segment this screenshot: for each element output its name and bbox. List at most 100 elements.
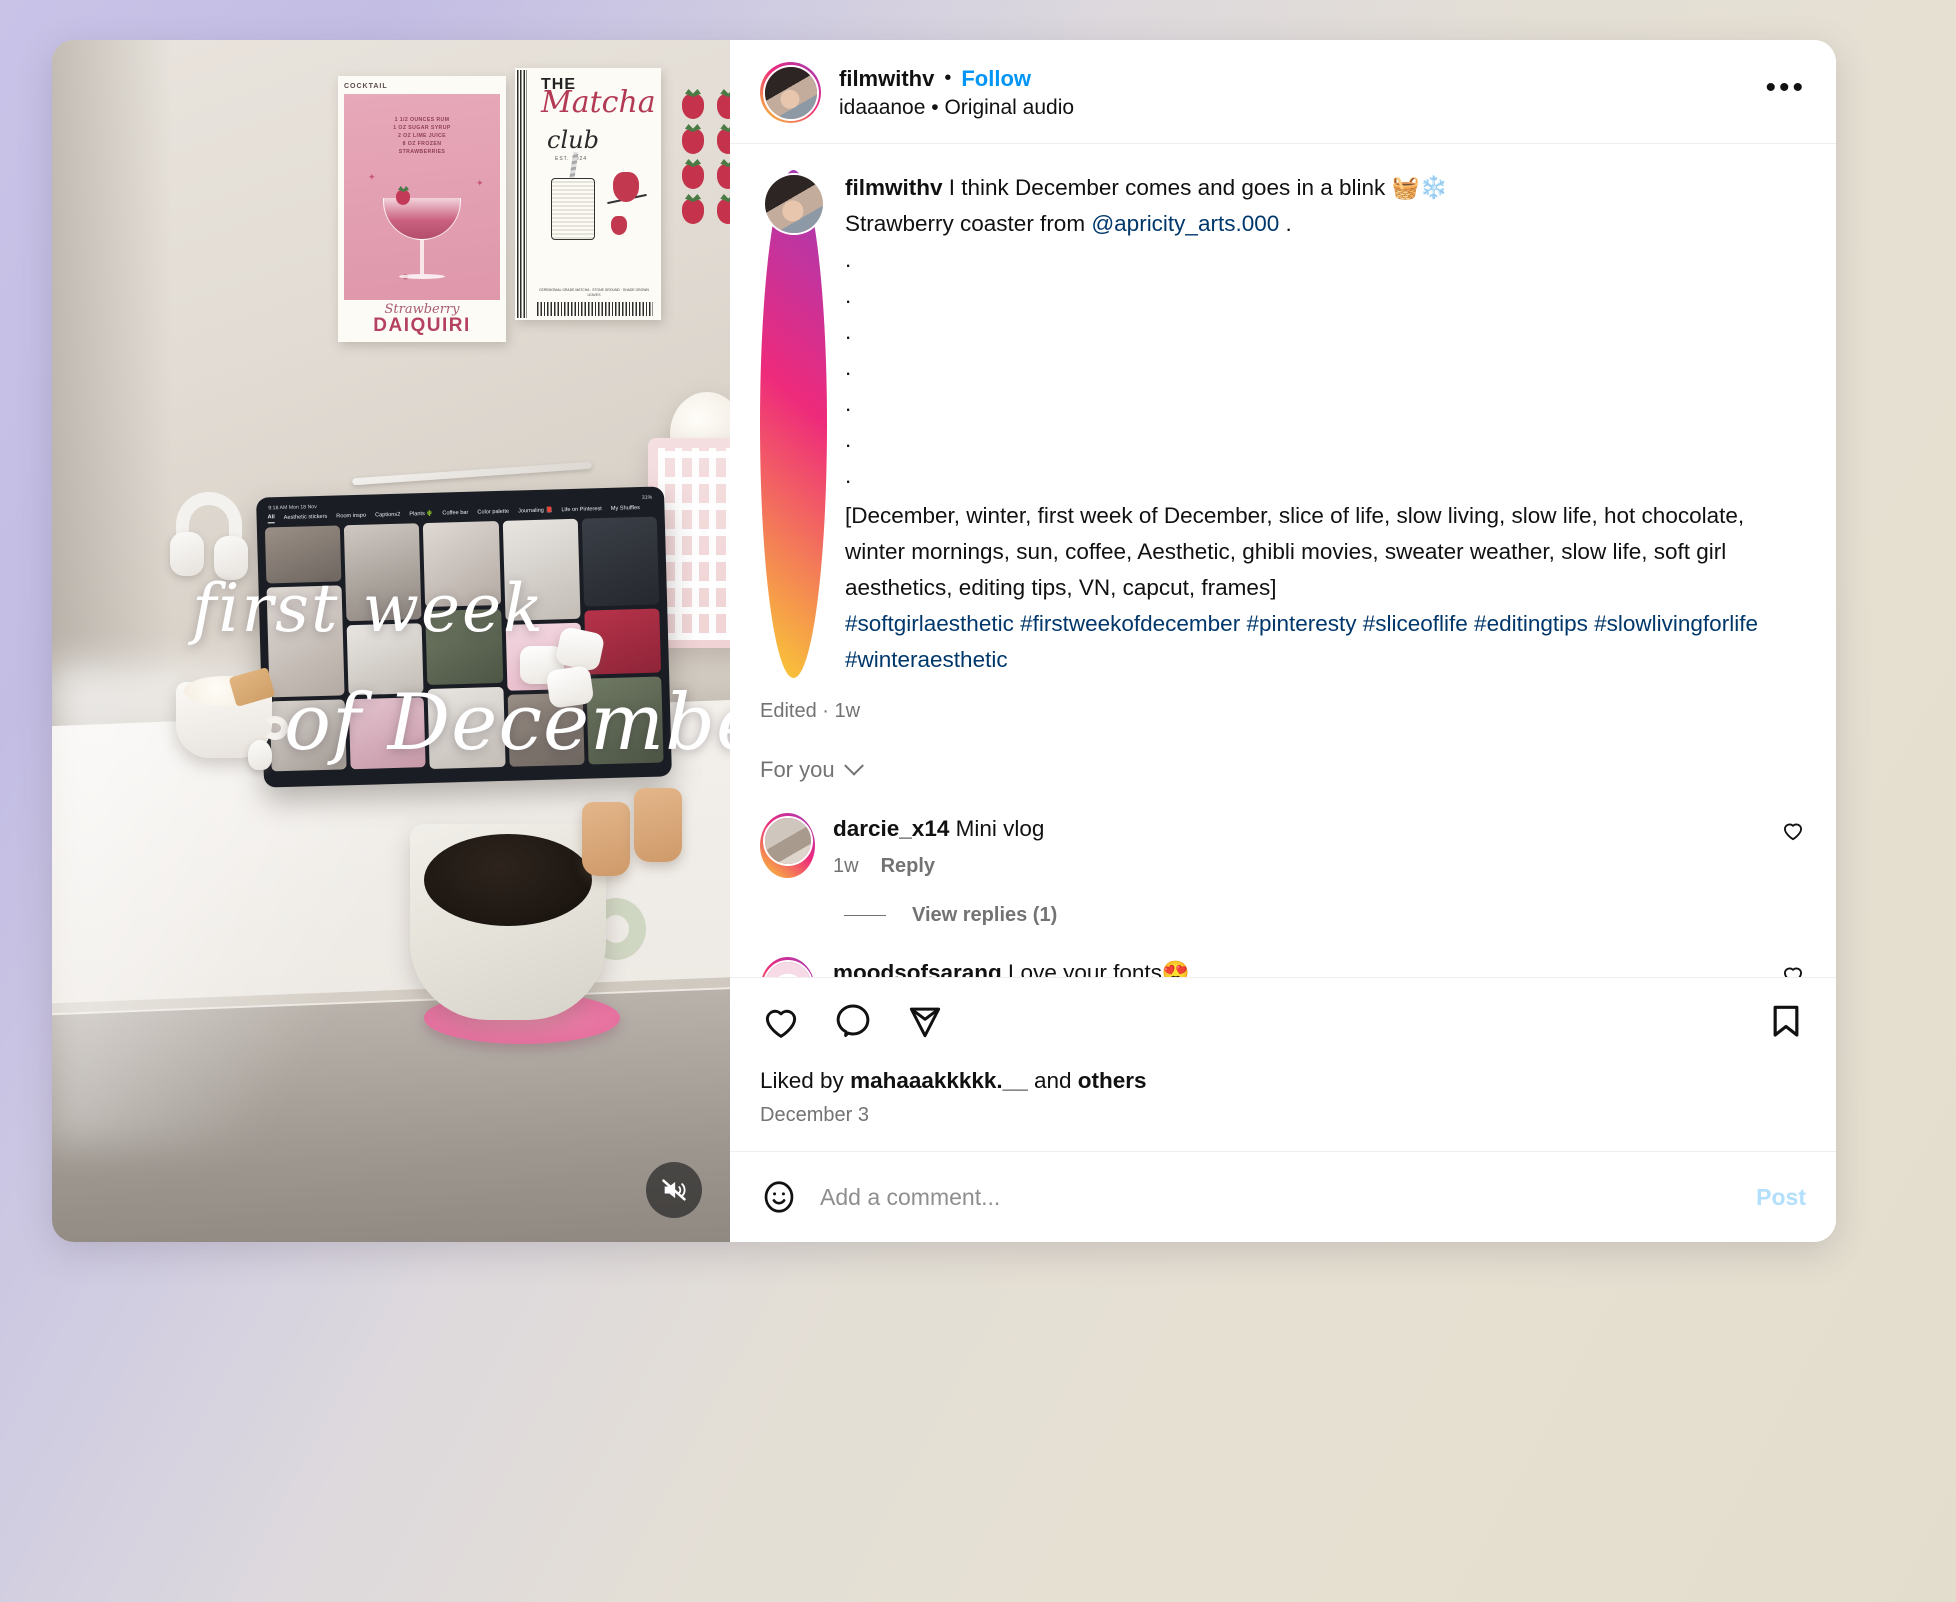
tab-aesthetic-stickers: Aesthetic stickers [283, 514, 328, 522]
poster-stripe-border [517, 70, 527, 318]
emoji-smiley-icon [764, 1181, 794, 1213]
caption-dot-3: . [845, 283, 852, 308]
poster-cocktail-label: COCKTAIL [344, 83, 388, 90]
like-button[interactable] [760, 1000, 802, 1042]
earbud [248, 740, 272, 770]
comment-like-button[interactable] [1780, 957, 1806, 977]
commenter-avatar[interactable] [760, 813, 815, 878]
post-date: December 3 [760, 1104, 869, 1126]
caption-avatar[interactable] [760, 170, 827, 678]
tablet-status-battery: 31% [641, 494, 653, 501]
strawberry-icon [613, 172, 639, 202]
view-replies-row[interactable]: View replies (1) [844, 904, 1806, 927]
audio-separator: • [931, 95, 939, 119]
caption-dot-4: . [845, 319, 852, 344]
caption-block: filmwithv I think December comes and goe… [760, 170, 1806, 678]
comment-bubble-icon [836, 1004, 870, 1038]
chevron-down-icon [843, 755, 864, 776]
caption-dot-1: . [1285, 211, 1292, 236]
heart-icon [1783, 823, 1803, 841]
liked-by-prefix: Liked by [760, 1068, 851, 1093]
liked-by-middle: and [1027, 1068, 1078, 1093]
liked-by-row: Liked by mahaaakkkkk.__ and others [760, 1068, 1806, 1094]
cocktail-poster: COCKTAIL 1 1/2 OUNCES RUM 1 OZ SUGAR SYRU… [338, 76, 506, 342]
tab-captions2: Captions2 [375, 511, 401, 519]
comment-reply-button[interactable]: Reply [881, 855, 935, 878]
strawberry-print-poster [682, 86, 730, 296]
tablet-status-time: 9:18 AM Mon 18 Nov [268, 504, 317, 512]
audio-label[interactable]: Original audio [944, 96, 1074, 119]
poster-title-block: DAIQUIRI [373, 315, 471, 336]
post-action-bar: Liked by mahaaakkkkk.__ and others Decem… [730, 977, 1836, 1127]
author-username[interactable]: filmwithv [839, 66, 934, 92]
replies-divider-line [844, 914, 886, 917]
cocktail-glass-illustration [383, 198, 461, 292]
comment-input[interactable] [820, 1183, 1735, 1211]
poster-title: Strawberry DAIQUIRI [338, 303, 506, 336]
matcha-club-text: club [547, 126, 599, 154]
emoji-picker-button[interactable] [760, 1178, 798, 1216]
follow-button[interactable]: Follow [961, 66, 1031, 92]
share-paperplane-icon [909, 1007, 941, 1038]
poster-pink-panel: 1 1/2 OUNCES RUM 1 OZ SUGAR SYRUP 2 OZ LIM… [344, 94, 500, 300]
author-avatar[interactable] [760, 62, 821, 123]
tab-room-inspo: Room inspo [336, 512, 367, 520]
poster-recipe-text: 1 1/2 OUNCES RUM 1 OZ SUGAR SYRUP 2 OZ LIM… [393, 117, 451, 155]
tab-plants: Plants 🌵 [409, 511, 434, 518]
poster-fineprint: CEREMONIAL GRADE MATCHA · STONE GROUND ·… [539, 288, 649, 297]
liked-by-username[interactable]: mahaaakkkkk.__ [850, 1068, 1028, 1093]
view-replies-button[interactable]: View replies (1) [912, 904, 1057, 927]
mute-toggle-button[interactable] [646, 1162, 702, 1218]
caption-keywords: [December, winter, first week of Decembe… [845, 503, 1745, 600]
caption-line-2-prefix: Strawberry coaster from [845, 211, 1092, 236]
mason-jar-icon [551, 178, 595, 240]
post-photo: COCKTAIL 1 1/2 OUNCES RUM 1 OZ SUGAR SYRU… [52, 40, 730, 1242]
share-button[interactable] [904, 1000, 946, 1042]
post-media[interactable]: COCKTAIL 1 1/2 OUNCES RUM 1 OZ SUGAR SYRU… [52, 40, 730, 1242]
comments-filter-dropdown[interactable]: For you [760, 755, 1806, 783]
comment-timestamp: 1w [833, 855, 859, 877]
caption-mention[interactable]: @apricity_arts.000 [1091, 211, 1279, 236]
marshmallows [520, 625, 640, 710]
liked-by-others[interactable]: others [1078, 1068, 1147, 1093]
sparkle-icon: ✦ [476, 178, 484, 188]
strawberry-icon [611, 216, 627, 235]
comment-button[interactable] [832, 1000, 874, 1042]
caption-dot-7: . [845, 427, 852, 452]
sparkle-icon: ✦ [368, 172, 376, 182]
caption-username[interactable]: filmwithv [845, 175, 943, 200]
heart-icon [1783, 967, 1803, 977]
audio-owner[interactable]: idaaanoe [839, 96, 925, 119]
comment-username[interactable]: darcie_x14 [833, 816, 949, 841]
post-sidebar: filmwithv • Follow idaaanoe • Original a… [730, 40, 1836, 1242]
comment-text: Mini vlog [955, 816, 1045, 841]
tab-my-shuffles: My Shuffles [610, 505, 641, 513]
comment-like-button[interactable] [1780, 813, 1806, 878]
post-comment-button[interactable]: Post [1756, 1184, 1806, 1211]
comment-username[interactable]: moodsofsarang [833, 960, 1002, 977]
comment-item-2: moodsofsarang Love your fonts😍 1w 2 like… [760, 957, 1806, 977]
caption-dot-5: . [845, 355, 852, 380]
post-header: filmwithv • Follow idaaanoe • Original a… [730, 40, 1836, 144]
headphones [170, 492, 252, 590]
save-button[interactable] [1766, 1001, 1806, 1041]
comments-scroll-area[interactable]: filmwithv I think December comes and goe… [730, 144, 1836, 977]
caption-dot-6: . [845, 391, 852, 416]
caption-line-1: I think December comes and goes in a bli… [948, 175, 1448, 200]
matcha-script-text: Matcha [541, 85, 656, 120]
caption-text: filmwithv I think December comes and goe… [845, 170, 1806, 678]
comment-text: Love your fonts😍 [1008, 960, 1190, 977]
caption-hashtags[interactable]: #softgirlaesthetic #firstweekofdecember … [845, 606, 1806, 678]
header-separator: • [944, 67, 952, 89]
comments-filter-label: For you [760, 757, 835, 782]
tab-color-palette: Color palette [477, 508, 510, 516]
commenter-avatar[interactable] [760, 957, 815, 977]
instagram-post-card: COCKTAIL 1 1/2 OUNCES RUM 1 OZ SUGAR SYRU… [52, 40, 1836, 1242]
matcha-club-poster: THE Matcha club EST. 2024 CEREMONIAL GRA… [515, 68, 661, 320]
caption-dot-8: . [845, 463, 852, 488]
black-coffee [424, 834, 592, 926]
tab-all: All [267, 514, 275, 523]
tab-journaling: Journaling 📕 [518, 507, 553, 515]
more-options-icon[interactable]: ••• [1765, 72, 1806, 104]
poster-bottom-stripes [537, 302, 653, 316]
